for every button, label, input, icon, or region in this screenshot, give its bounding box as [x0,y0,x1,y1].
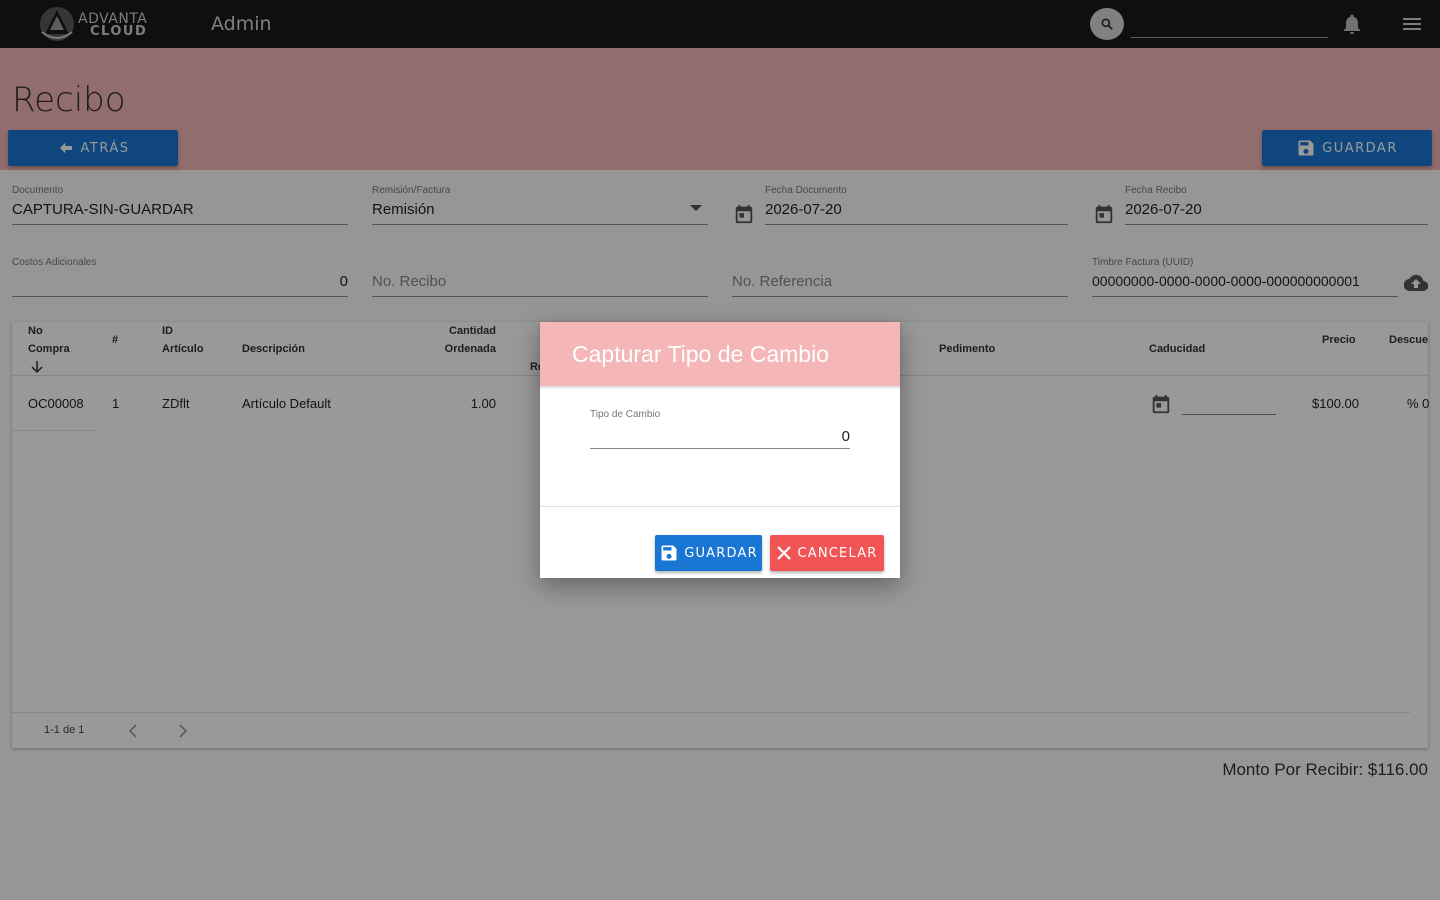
dialog-divider [540,506,900,507]
floppy-disk-icon [661,545,677,561]
tipo-de-cambio-input[interactable]: Tipo de Cambio 0 [590,409,850,449]
tipo-de-cambio-value: 0 [841,428,850,445]
dialog-save-label: GUARDAR [684,545,758,561]
exchange-rate-dialog: Capturar Tipo de Cambio Tipo de Cambio 0… [540,322,900,578]
field-underline [590,448,850,449]
dialog-title: Capturar Tipo de Cambio [572,341,829,367]
dialog-cancel-button[interactable]: CANCELAR [770,535,884,571]
dialog-save-button[interactable]: GUARDAR [655,535,762,571]
dialog-cancel-label: CANCELAR [797,545,878,561]
tipo-de-cambio-label: Tipo de Cambio [590,409,661,420]
close-icon [777,546,792,560]
dialog-header: Capturar Tipo de Cambio [540,322,900,386]
